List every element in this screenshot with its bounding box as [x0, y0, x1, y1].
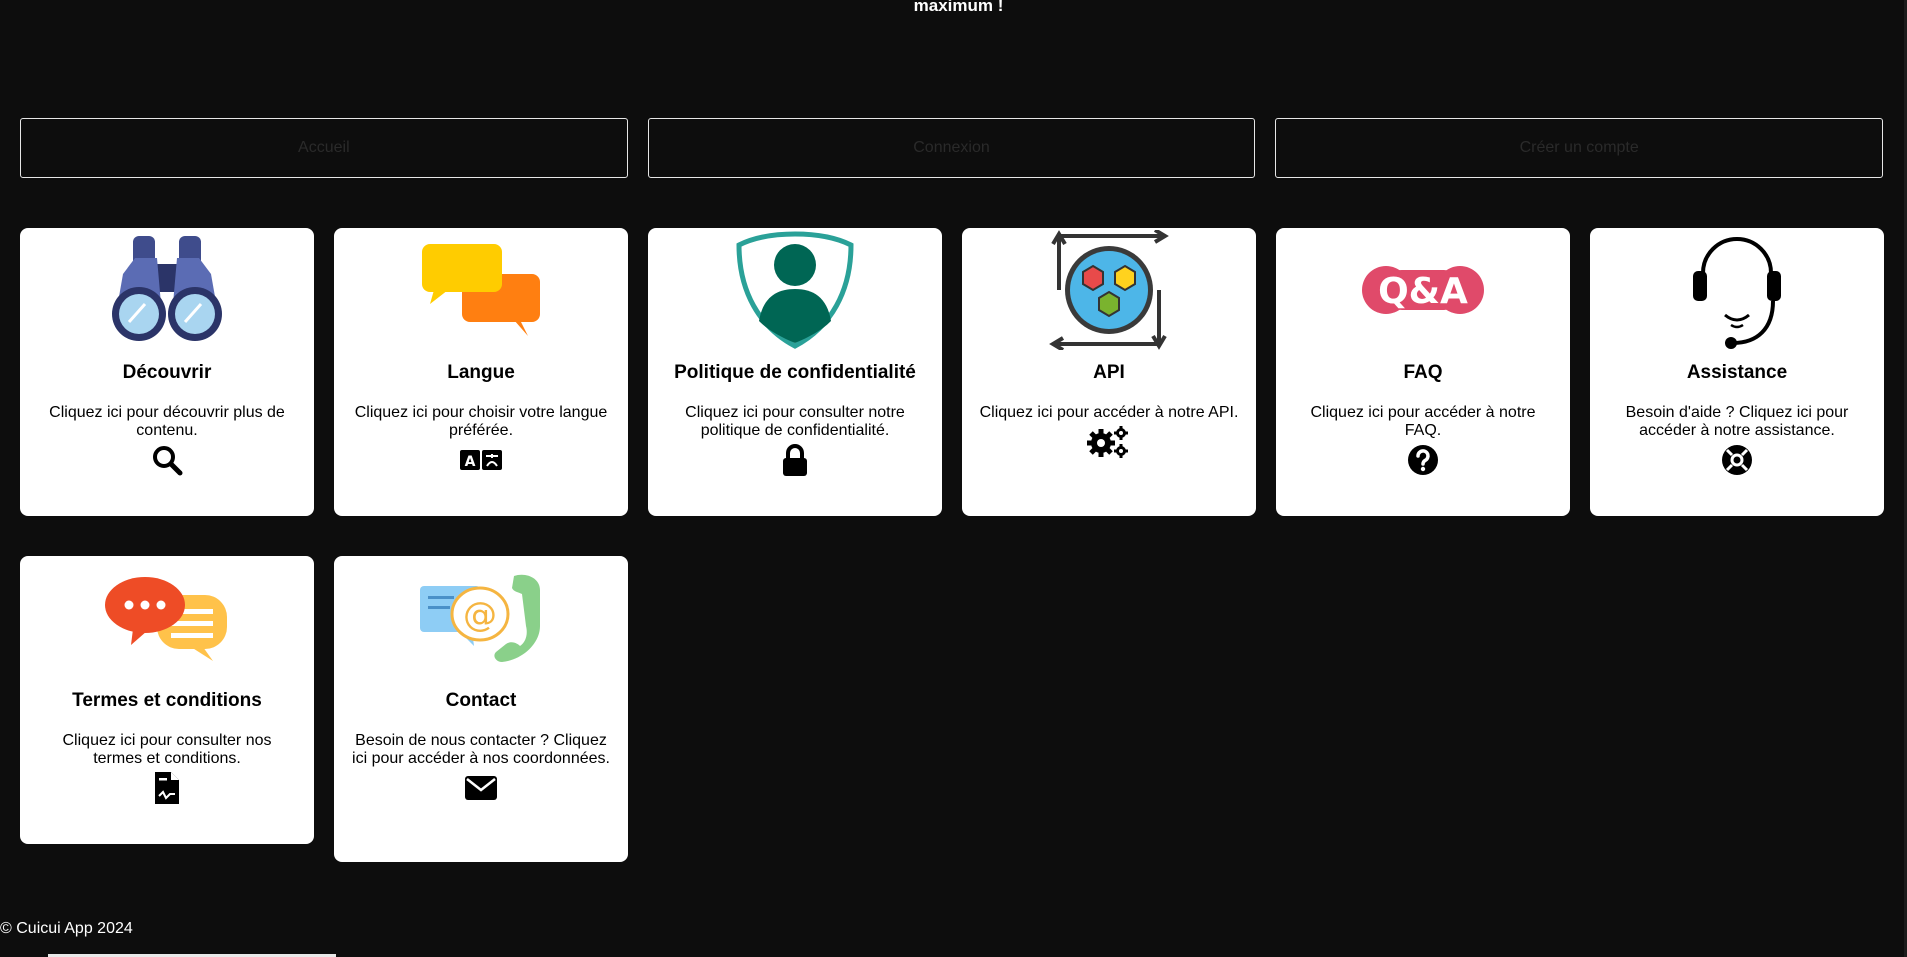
card-title: Découvrir	[122, 362, 212, 383]
card-description: Cliquez ici pour accéder à notre FAQ.	[1310, 404, 1536, 439]
footer-copyright: © Cuicui App 2024	[0, 920, 133, 937]
register-button[interactable]: Créer un compte	[1275, 118, 1884, 178]
card-title: Termes et conditions	[72, 690, 262, 711]
card-description: Cliquez ici pour consulter nos termes et…	[62, 732, 272, 767]
page: maximum ! Accueil Connexion Créer un com…	[0, 0, 1907, 957]
svg-text:@: @	[463, 595, 497, 635]
signed-document-icon	[153, 770, 181, 806]
speech-bubbles-icon	[416, 228, 546, 352]
envelope-icon	[464, 770, 498, 806]
card-description: Besoin d'aide ? Cliquez ici pour accéder…	[1625, 404, 1849, 439]
card-title: Politique de confidentialité	[674, 362, 916, 383]
header-text: maximum !	[913, 0, 1004, 15]
card-title: FAQ	[1403, 362, 1443, 383]
gears-icon	[1087, 424, 1131, 460]
language-icon: A	[460, 442, 502, 478]
card-description: Cliquez ici pour choisir votre langue pr…	[354, 404, 608, 439]
card-language[interactable]: Langue Cliquez ici pour choisir votre la…	[334, 228, 628, 516]
card-faq[interactable]: Q&A FAQ Cliquez ici pour accéder à notre…	[1276, 228, 1570, 516]
api-hexagons-icon	[1044, 228, 1174, 352]
card-description: Cliquez ici pour consulter notre politiq…	[685, 404, 905, 439]
card-description: Besoin de nous contacter ? Cliquez ici p…	[352, 732, 610, 767]
card-terms[interactable]: Termes et conditions Cliquez ici pour co…	[20, 556, 314, 844]
qa-illustration-text: Q&A	[1378, 271, 1468, 312]
cards-grid: Découvrir Cliquez ici pour découvrir plu…	[20, 228, 1884, 862]
card-discover[interactable]: Découvrir Cliquez ici pour découvrir plu…	[20, 228, 314, 516]
card-assistance[interactable]: Assistance Besoin d'aide ? Cliquez ici p…	[1590, 228, 1884, 516]
card-title: Assistance	[1686, 362, 1788, 383]
svg-text:A: A	[465, 454, 476, 470]
question-circle-icon	[1407, 442, 1439, 478]
card-api[interactable]: API Cliquez ici pour accéder à notre API…	[962, 228, 1256, 516]
chat-bubbles-icon	[102, 556, 232, 680]
lifebuoy-icon	[1721, 442, 1753, 478]
card-description: Cliquez ici pour découvrir plus de conte…	[49, 404, 285, 439]
contact-icon: @	[416, 556, 546, 680]
card-title: API	[1093, 362, 1125, 383]
lock-icon	[780, 442, 810, 478]
binoculars-icon	[102, 228, 232, 352]
qa-icon: Q&A	[1358, 228, 1488, 352]
card-contact[interactable]: @ Contact Besoin de nous contacter ? Cli…	[334, 556, 628, 862]
user-shield-icon	[730, 228, 860, 352]
nav-bar: Accueil Connexion Créer un compte	[20, 118, 1884, 178]
card-title: Contact	[445, 690, 517, 711]
search-icon	[151, 442, 183, 478]
headset-icon	[1672, 228, 1802, 352]
login-button[interactable]: Connexion	[647, 118, 1256, 178]
card-description: Cliquez ici pour accéder à notre API.	[979, 404, 1239, 421]
card-privacy[interactable]: Politique de confidentialité Cliquez ici…	[648, 228, 942, 516]
card-title: Langue	[447, 362, 515, 383]
home-button[interactable]: Accueil	[20, 118, 628, 178]
